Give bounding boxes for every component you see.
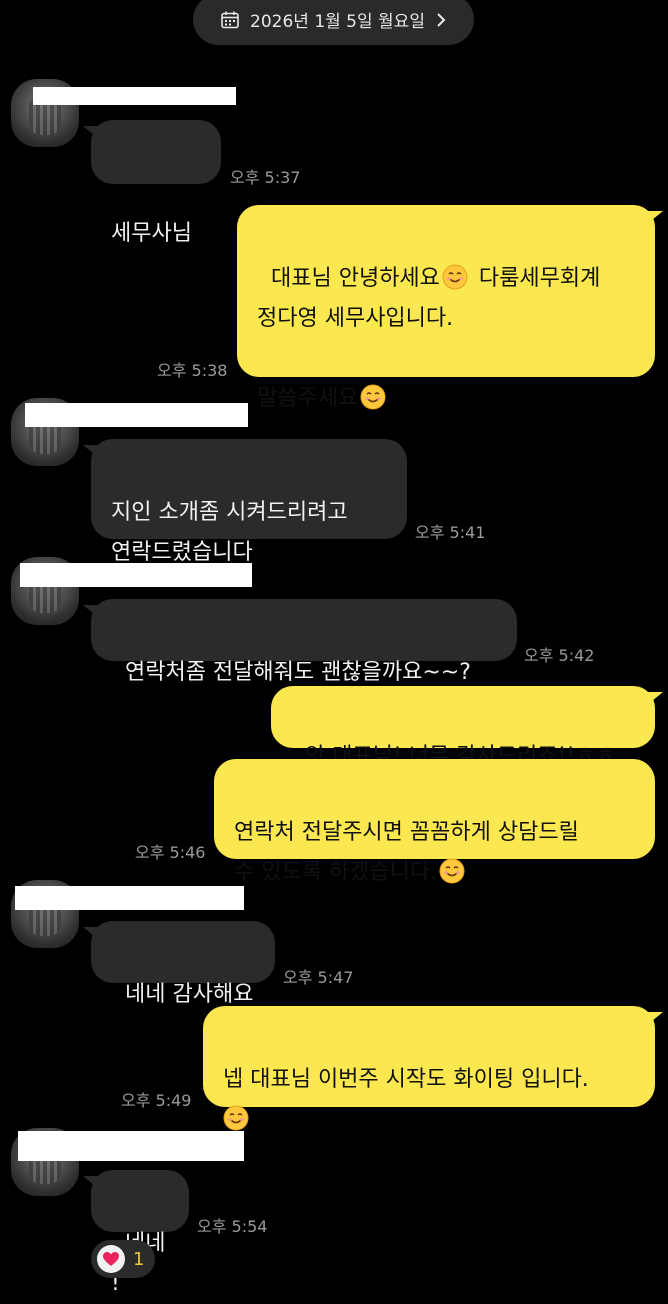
message-time: 오후 5:38 <box>157 361 228 380</box>
message-time: 오후 5:41 <box>415 523 486 542</box>
message-bubble-incoming[interactable]: 네네 ! <box>91 1170 189 1296</box>
message-bubble-outgoing[interactable]: 대표님 안녕하세요 다룸세무회계 정다영 세무사입니다. 말씀주세요 <box>237 205 655 411</box>
message-text-line-2: 수 있도록 하겠습니다. <box>234 860 438 885</box>
message-text-line-1: 대표님 안녕하세요 <box>271 266 440 291</box>
message-time: 오후 5:49 <box>121 1091 192 1110</box>
message-text-line-1: 지인 소개좀 시켜드리려고 <box>111 500 348 525</box>
message-text-line-1: 연락처 전달주시면 꼼꼼하게 상담드릴 <box>234 820 579 845</box>
date-header-button[interactable]: 2026년 1월 5일 월요일 <box>193 0 474 45</box>
message-bubble-outgoing[interactable]: 앗 대표님! 너무 감사드리죠!!ㅎㅎ <box>271 686 655 769</box>
message-bubble-outgoing[interactable]: 넵 대표님 이번주 시작도 화이팅 입니다. <box>203 1006 655 1131</box>
heart-icon <box>97 1245 125 1273</box>
sender-name-redacted <box>15 886 244 910</box>
sender-name-redacted <box>20 563 252 587</box>
smiling-emoji-icon <box>442 264 468 290</box>
message-bubble-outgoing[interactable]: 연락처 전달주시면 꼼꼼하게 상담드릴 수 있도록 하겠습니다. <box>214 759 655 885</box>
message-time: 오후 5:42 <box>524 646 595 665</box>
smiling-emoji-icon <box>439 858 465 884</box>
reaction-badge[interactable]: 1 <box>91 1240 155 1278</box>
sender-name-redacted <box>25 403 248 427</box>
message-bubble-incoming[interactable]: 지인 소개좀 시켜드리려고 연락드렸습니다 <box>91 439 407 565</box>
sender-name-redacted <box>33 87 236 105</box>
message-time: 오후 5:46 <box>135 843 206 862</box>
calendar-icon <box>220 10 240 30</box>
message-text-line-2: 연락드렸습니다 <box>111 540 253 565</box>
message-bubble-incoming[interactable]: 연락처좀 전달해줘도 괜찮을까요~~? <box>91 599 517 685</box>
message-text-line-2: 다룸세무회계 <box>478 266 601 291</box>
smiling-emoji-icon <box>360 384 386 410</box>
message-text-line-3: 정다영 세무사입니다. <box>257 306 454 331</box>
chevron-right-icon <box>435 12 447 28</box>
message-time: 오후 5:37 <box>230 168 301 187</box>
message-text-line-5: 말씀주세요 <box>257 386 359 411</box>
smiling-emoji-icon <box>223 1105 249 1131</box>
message-bubble-incoming[interactable]: 네네 감사해요 <box>91 921 275 1007</box>
message-text-line-1: 넵 대표님 이번주 시작도 화이팅 입니다. <box>223 1067 589 1092</box>
message-text: 세무사님 <box>111 221 192 246</box>
message-time: 오후 5:54 <box>197 1217 268 1236</box>
reaction-count: 1 <box>133 1248 145 1270</box>
message-bubble-incoming[interactable]: 세무사님 <box>91 120 221 246</box>
sender-name-redacted <box>18 1131 244 1161</box>
message-text: 네네 감사해요 <box>125 982 254 1007</box>
date-label: 2026년 1월 5일 월요일 <box>250 12 425 32</box>
message-text: 연락처좀 전달해줘도 괜찮을까요~~? <box>125 660 471 685</box>
message-time: 오후 5:47 <box>283 968 354 987</box>
